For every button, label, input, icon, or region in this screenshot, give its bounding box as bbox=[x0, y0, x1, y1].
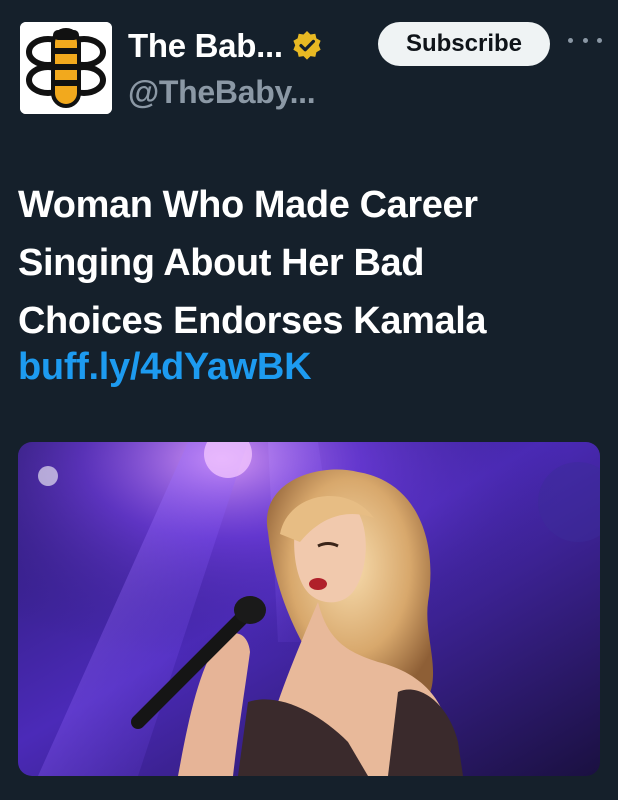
bee-logo-icon bbox=[20, 22, 112, 114]
post-media-photo[interactable] bbox=[18, 442, 600, 776]
more-dot bbox=[568, 37, 573, 43]
post-card: The Bab... @TheBaby... Subscribe Woman W… bbox=[0, 0, 618, 800]
avatar[interactable] bbox=[20, 22, 112, 114]
post-header: The Bab... @TheBaby... Subscribe bbox=[20, 22, 602, 118]
account-handle[interactable]: @TheBaby... bbox=[128, 74, 316, 111]
verified-badge-icon bbox=[291, 30, 323, 62]
post-text-line: Woman Who Made Career bbox=[18, 184, 478, 226]
post-link[interactable]: buff.ly/4dYawBK bbox=[18, 346, 312, 389]
subscribe-button[interactable]: Subscribe bbox=[378, 22, 550, 66]
concert-photo bbox=[18, 442, 600, 776]
post-text-line: Singing About Her Bad bbox=[18, 242, 425, 284]
display-name[interactable]: The Bab... bbox=[128, 27, 283, 65]
more-dot bbox=[597, 37, 602, 43]
more-dot bbox=[582, 37, 588, 43]
more-options-icon[interactable] bbox=[568, 30, 602, 50]
name-row: The Bab... bbox=[128, 26, 323, 66]
post-text: Woman Who Made Career Singing About Her … bbox=[18, 176, 598, 350]
post-text-line: Choices Endorses Kamala bbox=[18, 300, 487, 342]
